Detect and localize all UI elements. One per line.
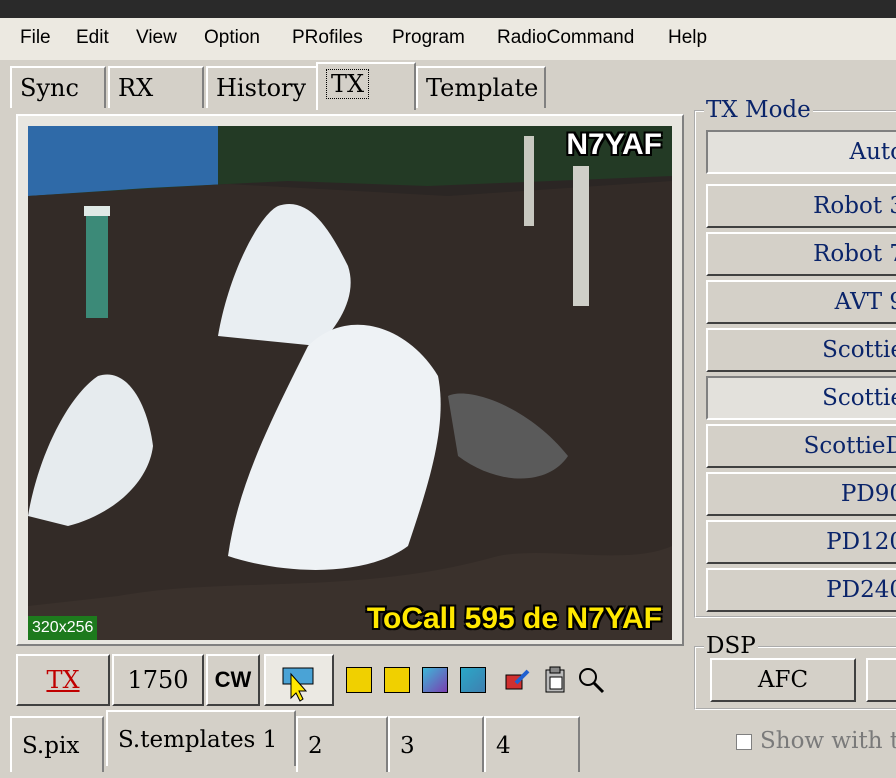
menu-program[interactable]: Program <box>392 27 465 49</box>
tab-stemplates-1-label: S.templates 1 <box>118 727 278 753</box>
abc-text-icon <box>282 667 314 702</box>
tab-rx[interactable]: RX <box>108 66 204 108</box>
tx-image[interactable]: N7YAF ToCall 595 de N7YAF 320x256 <box>28 126 672 640</box>
tab-history[interactable]: History <box>206 66 318 108</box>
mode-scottie-1-button[interactable]: Scottie <box>706 328 896 372</box>
cw-button[interactable]: CW <box>206 654 260 706</box>
tab-tx[interactable]: TX <box>316 62 416 110</box>
window-title-bar <box>0 0 896 18</box>
menu-option[interactable]: Option <box>204 27 260 49</box>
clipboard-icon[interactable] <box>538 654 572 706</box>
menu-profiles[interactable]: PRofiles <box>292 27 363 49</box>
tab-rx-label: RX <box>118 74 154 102</box>
image-size-badge: 320x256 <box>28 616 98 640</box>
menu-edit[interactable]: Edit <box>76 27 109 49</box>
magnifier-icon[interactable] <box>574 654 608 706</box>
dsp-title: DSP <box>704 633 758 659</box>
move-up-icon[interactable] <box>380 654 414 706</box>
tab-sync-label: Sync <box>20 74 79 102</box>
tab-tx-label: TX <box>326 69 370 99</box>
tx-mode-title: TX Mode <box>704 97 813 123</box>
mode-pd90-button[interactable]: PD90 <box>706 472 896 516</box>
tx-image-picture <box>28 126 672 640</box>
menu-bar: File Edit View Option PRofiles Program R… <box>0 18 896 60</box>
dsp-second-button[interactable] <box>866 658 896 702</box>
tab-2-label: 2 <box>308 733 323 759</box>
afc-button[interactable]: AFC <box>710 658 856 702</box>
tab-spix-label: S.pix <box>22 733 80 759</box>
tab-4-label: 4 <box>496 733 511 759</box>
tab-2[interactable]: 2 <box>296 716 388 772</box>
mode-scottie-dx-button[interactable]: ScottieD <box>706 424 896 468</box>
tab-template-label: Template <box>426 74 539 102</box>
image-tocall-text: ToCall 595 de N7YAF <box>366 602 662 635</box>
show-with-checkbox[interactable]: Show with t <box>736 728 896 754</box>
image-frame: N7YAF ToCall 595 de N7YAF 320x256 <box>16 114 684 646</box>
mode-avt-9-button[interactable]: AVT 9 <box>706 280 896 324</box>
text-tool-button[interactable] <box>264 654 334 706</box>
mode-pd120-button[interactable]: PD120 <box>706 520 896 564</box>
tab-stemplates-1[interactable]: S.templates 1 <box>106 710 296 766</box>
menu-file[interactable]: File <box>20 27 51 49</box>
image-gradient-icon[interactable] <box>418 654 452 706</box>
mode-pd240-button[interactable]: PD240 <box>706 568 896 612</box>
align-top-icon[interactable] <box>342 654 376 706</box>
tab-4[interactable]: 4 <box>484 716 580 772</box>
mode-robot-7-button[interactable]: Robot 7 <box>706 232 896 276</box>
mode-auto-button[interactable]: Auto <box>706 130 896 174</box>
menu-radiocommand[interactable]: RadioCommand <box>497 27 634 49</box>
show-with-label: Show with t <box>760 728 896 754</box>
image-gradient-2-icon[interactable] <box>456 654 490 706</box>
mode-robot-3-button[interactable]: Robot 3 <box>706 184 896 228</box>
image-callsign: N7YAF <box>566 128 662 161</box>
tab-template[interactable]: Template <box>416 66 546 108</box>
tx-button[interactable]: TX <box>16 654 110 706</box>
tab-sync[interactable]: Sync <box>10 66 106 108</box>
tab-spix[interactable]: S.pix <box>10 716 104 772</box>
tx-mode-group: TX Mode Auto Robot 3 Robot 7 AVT 9 Scott… <box>694 97 896 618</box>
menu-help[interactable]: Help <box>668 27 707 49</box>
dsp-group: DSP AFC <box>694 633 896 710</box>
tab-history-label: History <box>216 74 307 102</box>
tone-1750-button[interactable]: 1750 <box>112 654 204 706</box>
tab-3[interactable]: 3 <box>388 716 484 772</box>
color-arrow-icon[interactable] <box>500 654 534 706</box>
menu-view[interactable]: View <box>136 27 177 49</box>
mode-scottie-2-button[interactable]: Scottie <box>706 376 896 420</box>
tab-3-label: 3 <box>400 733 415 759</box>
checkbox-box[interactable] <box>736 734 752 750</box>
